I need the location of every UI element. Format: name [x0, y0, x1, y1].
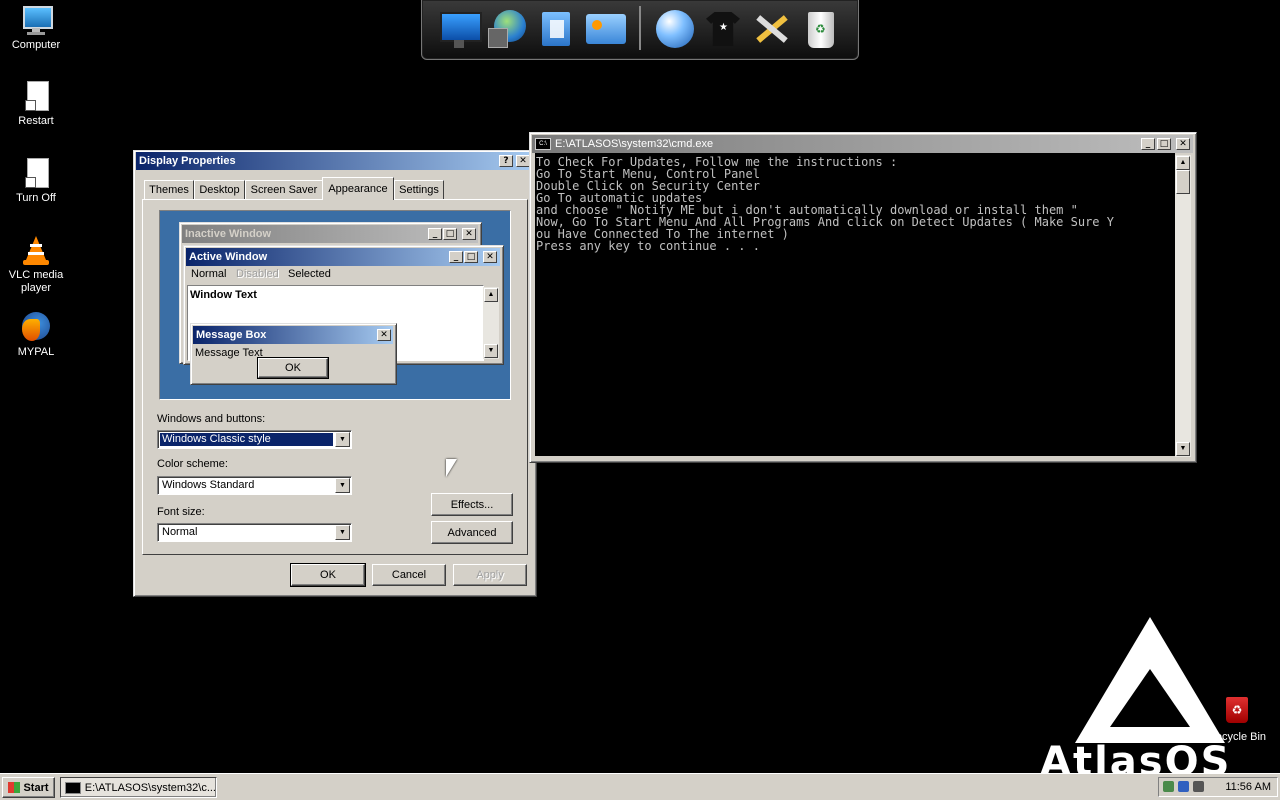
cmd-app-icon: C:\	[535, 138, 551, 150]
preview-menu-selected: Selected	[288, 268, 331, 280]
advanced-button[interactable]: Advanced	[431, 521, 513, 544]
maximize-icon: □	[443, 228, 457, 240]
chevron-down-icon[interactable]: ▼	[335, 478, 350, 493]
recycle-bin-label: Recycle Bin	[1207, 731, 1267, 743]
preview-menu-disabled: Disabled	[236, 268, 279, 280]
cmd-titlebar[interactable]: C:\ E:\ATLASOS\system32\cmd.exe	[532, 135, 1193, 153]
font-size-value: Normal	[162, 526, 198, 538]
display-properties-titlebar[interactable]: Display Properties	[136, 152, 533, 170]
preview-active-title: Active Window	[189, 251, 268, 263]
dock-control-panel-icon[interactable]	[582, 6, 628, 52]
app-dock: ★ ♻	[421, 0, 859, 60]
maximize-icon: □	[464, 251, 478, 263]
scroll-up-icon[interactable]: ▲	[1176, 156, 1190, 170]
tab-screen-saver[interactable]: Screen Saver	[245, 180, 323, 199]
system-tray: 11:56 AM	[1158, 777, 1278, 797]
scroll-up-icon: ▲	[484, 288, 498, 302]
cancel-button[interactable]: Cancel	[372, 564, 446, 586]
computer-icon	[20, 4, 53, 36]
font-size-label: Font size:	[157, 506, 205, 518]
desktop-icon-vlc[interactable]: VLC media player	[0, 234, 72, 295]
desktop-icon-label: VLC media player	[8, 269, 64, 294]
network-icon[interactable]	[1163, 781, 1174, 792]
start-button[interactable]: Start	[2, 777, 55, 798]
desktop-icon-turn-off[interactable]: ↗ Turn Off	[0, 157, 72, 205]
cmd-app-icon	[65, 781, 81, 794]
close-icon[interactable]: ✕	[1176, 138, 1190, 150]
dock-tshirt-icon[interactable]: ★	[700, 6, 746, 52]
close-icon: ✕	[377, 329, 391, 341]
atlas-logo-triangle-icon	[1075, 617, 1225, 743]
cmd-scroll-thumb[interactable]	[1176, 170, 1190, 194]
preview-msgbox-title: Message Box	[196, 329, 267, 341]
minimize-icon: _	[449, 251, 463, 263]
windows-logo-icon	[8, 782, 21, 793]
taskbar-item-label: E:\ATLASOS\system32\c...	[84, 781, 216, 794]
tab-desktop[interactable]: Desktop	[194, 180, 245, 199]
cmd-console-output[interactable]: To Check For Updates, Follow me the inst…	[535, 153, 1175, 456]
effects-button[interactable]: Effects...	[431, 493, 513, 516]
document-icon: ↗	[20, 157, 52, 189]
cmd-scrollbar[interactable]	[1175, 155, 1191, 457]
scroll-down-icon[interactable]: ▼	[1176, 442, 1190, 456]
preview-window-text: Window Text	[190, 289, 257, 301]
taskbar-item-cmd[interactable]: E:\ATLASOS\system32\c...	[60, 777, 217, 798]
close-icon: ✕	[483, 251, 497, 263]
chevron-down-icon[interactable]: ▼	[335, 432, 350, 447]
vlc-cone-icon	[20, 234, 52, 266]
ok-button[interactable]: OK	[290, 563, 366, 587]
window-title: Display Properties	[139, 155, 236, 167]
desktop-icon-label: MYPAL	[17, 346, 55, 358]
chevron-down-icon[interactable]: ▼	[335, 525, 350, 540]
desktop-icon-computer[interactable]: Computer	[0, 4, 72, 52]
security-icon[interactable]	[1178, 781, 1189, 792]
windows-buttons-select[interactable]: Windows Classic style ▼	[157, 430, 352, 449]
desktop-icon-label: Restart	[18, 115, 54, 127]
desktop-icon-restart[interactable]: ↗ Restart	[0, 80, 72, 128]
document-icon: ↗	[20, 80, 52, 112]
preview-msgbox-ok-button: OK	[257, 357, 329, 379]
close-icon: ✕	[462, 228, 476, 240]
dock-separator	[639, 6, 641, 50]
dock-documents-icon[interactable]	[534, 6, 580, 52]
desktop-icon-label: Turn Off	[16, 192, 56, 204]
preview-msgbox-titlebar: Message Box	[193, 326, 393, 344]
help-button[interactable]: ?	[499, 155, 513, 167]
start-label: Start	[23, 781, 49, 794]
browser-globe-icon	[20, 311, 52, 343]
dock-tools-icon[interactable]	[748, 6, 794, 52]
scroll-down-icon: ▼	[484, 344, 498, 358]
preview-msgbox-text: Message Text	[195, 347, 263, 359]
clock[interactable]: 11:56 AM	[1225, 781, 1271, 793]
console-line: Press any key to continue . . .	[536, 239, 760, 253]
volume-icon[interactable]	[1193, 781, 1204, 792]
dock-recycle-bin-icon[interactable]: ♻	[798, 6, 844, 52]
color-scheme-label: Color scheme:	[157, 458, 228, 470]
maximize-icon[interactable]: □	[1157, 138, 1171, 150]
color-scheme-value: Windows Standard	[162, 479, 255, 491]
dock-network-globe-icon[interactable]	[486, 6, 532, 52]
recycle-bin-icon: ♻	[1226, 697, 1248, 723]
dock-internet-globe-icon[interactable]	[652, 6, 698, 52]
minimize-icon: _	[428, 228, 442, 240]
preview-menu-normal: Normal	[191, 268, 227, 280]
tab-settings[interactable]: Settings	[394, 180, 444, 199]
close-icon[interactable]: ✕	[516, 155, 530, 167]
dock-monitor-icon[interactable]	[436, 6, 482, 52]
tab-appearance[interactable]: Appearance	[322, 177, 394, 200]
color-scheme-select[interactable]: Windows Standard ▼	[157, 476, 352, 495]
desktop-recycle-bin[interactable]: ♻ Recycle Bin	[1206, 697, 1268, 743]
minimize-icon[interactable]: _	[1141, 138, 1155, 150]
apply-button[interactable]: Apply	[453, 564, 527, 586]
windows-buttons-label: Windows and buttons:	[157, 413, 266, 425]
font-size-select[interactable]: Normal ▼	[157, 523, 352, 542]
mouse-cursor-icon	[446, 459, 457, 477]
desktop-icon-label: Computer	[11, 39, 61, 51]
taskbar: Start E:\ATLASOS\system32\c... 11:56 AM	[0, 773, 1280, 800]
tab-themes[interactable]: Themes	[144, 180, 194, 199]
desktop-icon-mypal[interactable]: MYPAL	[0, 311, 72, 359]
preview-inactive-title: Inactive Window	[185, 228, 272, 240]
windows-buttons-value: Windows Classic style	[160, 433, 333, 446]
cmd-title: E:\ATLASOS\system32\cmd.exe	[555, 138, 714, 150]
